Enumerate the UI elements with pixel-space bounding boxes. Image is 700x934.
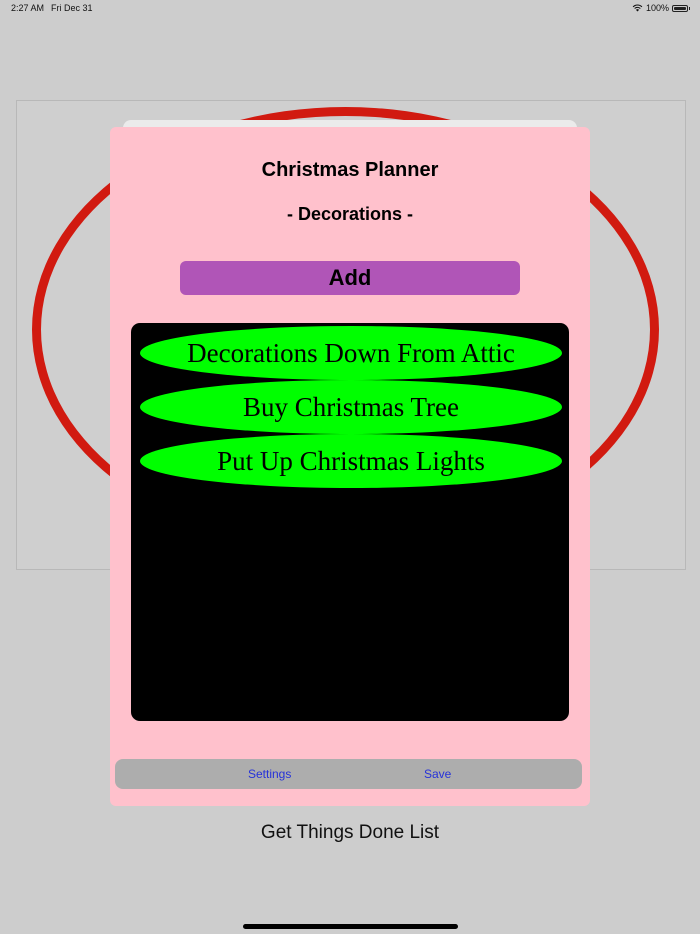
- status-time: 2:27 AM: [11, 3, 45, 13]
- battery-icon: [672, 4, 690, 12]
- task-list[interactable]: Decorations Down From Attic Buy Christma…: [131, 323, 569, 721]
- planner-modal: Christmas Planner - Decorations - Add De…: [110, 127, 590, 806]
- list-item[interactable]: Put Up Christmas Lights: [140, 434, 562, 488]
- bottom-toolbar: Settings Save: [115, 759, 582, 789]
- footer-title: Get Things Done List: [260, 822, 440, 843]
- home-indicator[interactable]: [243, 924, 458, 929]
- list-item[interactable]: Buy Christmas Tree: [140, 380, 562, 434]
- list-item[interactable]: Decorations Down From Attic: [140, 326, 562, 380]
- section-title: - Decorations -: [286, 204, 414, 224]
- wifi-icon: [632, 4, 643, 12]
- save-button[interactable]: Save: [424, 767, 451, 781]
- status-date: Fri Dec 31: [51, 3, 93, 13]
- status-indicators: 100%: [632, 3, 690, 13]
- add-button[interactable]: Add: [180, 261, 520, 295]
- status-bar: 2:27 AM Fri Dec 31 100%: [0, 0, 700, 18]
- settings-button[interactable]: Settings: [248, 767, 291, 781]
- battery-percent: 100%: [645, 3, 669, 13]
- app-title: Christmas Planner: [261, 159, 439, 181]
